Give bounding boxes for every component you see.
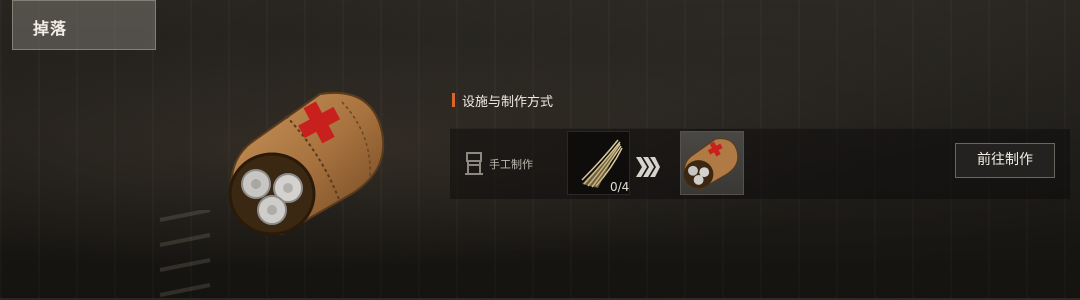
result-slot[interactable] [680,131,744,195]
section-accent-bar [452,93,455,107]
medkit-roll-icon [228,91,385,236]
go-craft-button[interactable]: 前往制作 [955,143,1055,178]
tab-drop[interactable]: 掉落 [12,0,156,50]
background-ladder [159,210,211,297]
section-title: 设施与制作方式 [462,95,554,110]
workbench-icon [465,152,483,175]
medkit-roll-icon [683,138,739,189]
tab-drop-label: 掉落 [33,19,68,38]
chevron-right-triple-icon [636,157,660,177]
ingredient-count: 0/4 [610,180,630,194]
station-label: 手工制作 [489,158,533,171]
